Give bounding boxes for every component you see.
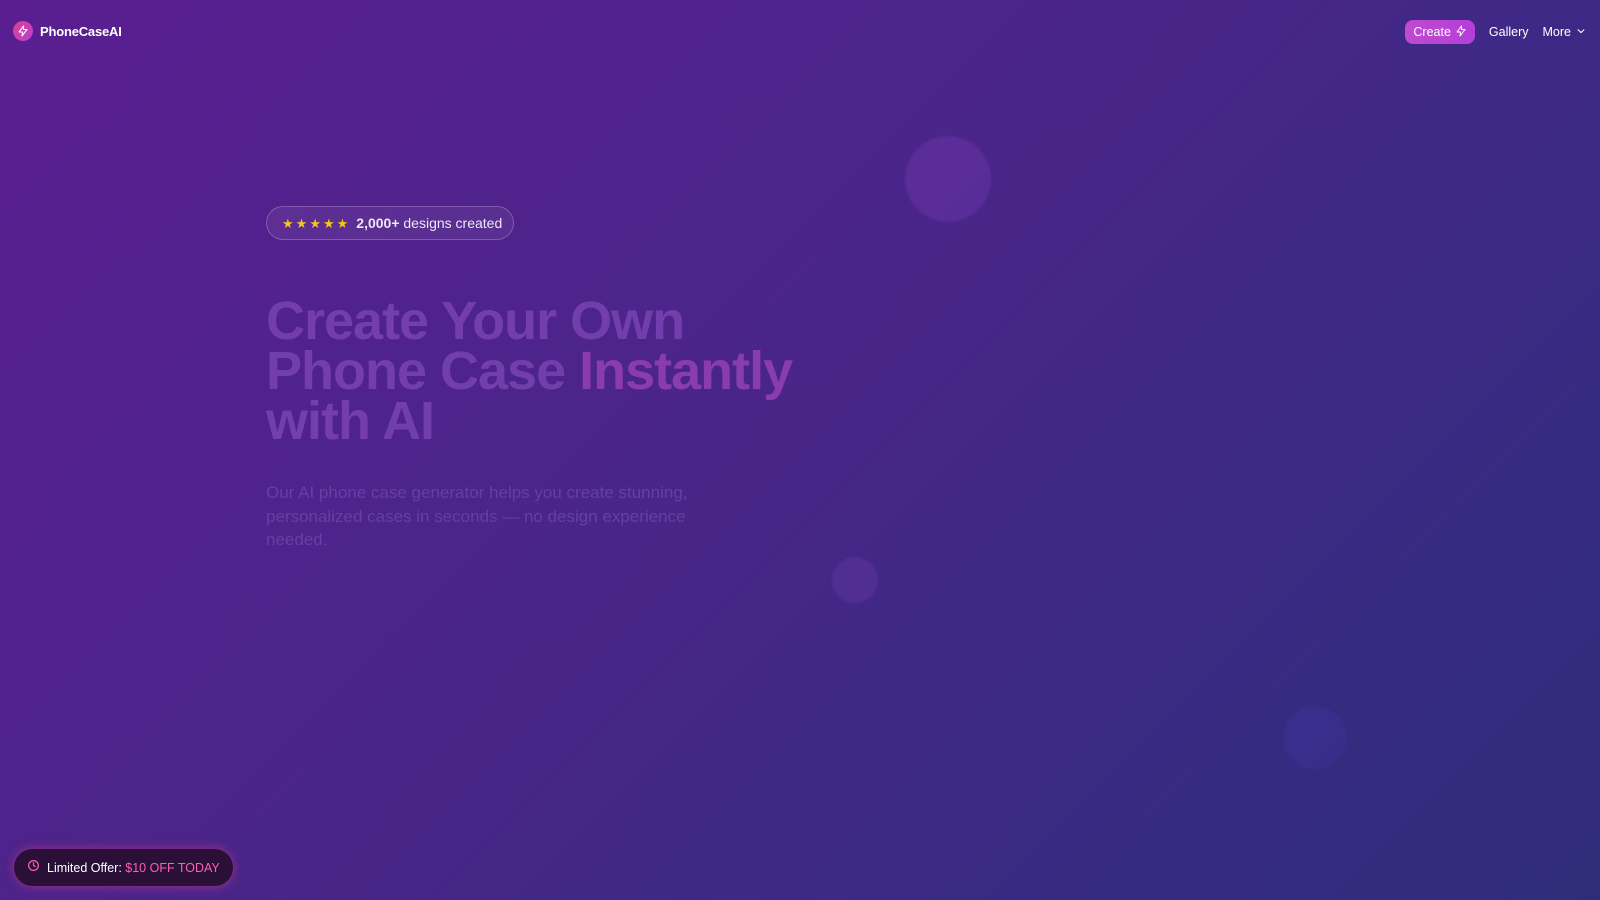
decorative-blob [1283, 706, 1347, 770]
decorative-blob [832, 557, 878, 603]
offer-label: Limited Offer: [47, 860, 126, 875]
rating-suffix: designs created [399, 215, 503, 231]
main-nav: Create Gallery More [1405, 20, 1586, 44]
rating-text: 2,000+ designs created [356, 215, 502, 231]
nav-more-dropdown[interactable]: More [1543, 25, 1586, 39]
lightning-icon [13, 21, 33, 41]
rating-badge: ★ ★ ★ ★ ★ 2,000+ designs created [266, 206, 514, 240]
create-button-label: Create [1413, 25, 1451, 39]
limited-offer-badge[interactable]: Limited Offer: $10 OFF TODAY [14, 849, 233, 886]
star-icon: ★ [322, 215, 335, 231]
chevron-down-icon [1576, 25, 1586, 39]
create-button[interactable]: Create [1405, 20, 1475, 44]
brand-name: PhoneCaseAI [40, 23, 122, 39]
star-rating: ★ ★ ★ ★ ★ [282, 217, 348, 230]
star-icon: ★ [295, 215, 308, 231]
hero-title-accent: Instantly [579, 341, 793, 401]
nav-gallery-link[interactable]: Gallery [1489, 25, 1529, 39]
clock-icon [27, 859, 40, 877]
lightning-icon [1455, 25, 1467, 40]
hero-title-line-3: with AI [266, 391, 435, 451]
offer-text: Limited Offer: $10 OFF TODAY [47, 861, 220, 875]
rating-count: 2,000+ [356, 215, 400, 231]
hero-subtitle: Our AI phone case generator helps you cr… [266, 483, 688, 549]
decorative-blob [905, 136, 991, 222]
star-icon: ★ [309, 215, 321, 231]
nav-more-label: More [1542, 25, 1571, 39]
star-icon: ★ [336, 215, 349, 231]
offer-highlight: $10 OFF TODAY [125, 860, 220, 875]
star-icon: ★ [282, 215, 294, 231]
brand-logo[interactable]: PhoneCaseAI [13, 21, 122, 41]
nav-gallery-label: Gallery [1488, 25, 1529, 39]
site-header: PhoneCaseAI Create Gallery More [0, 0, 1600, 64]
hero-title: Create Your Own Phone Case Instantly wit… [266, 294, 826, 448]
